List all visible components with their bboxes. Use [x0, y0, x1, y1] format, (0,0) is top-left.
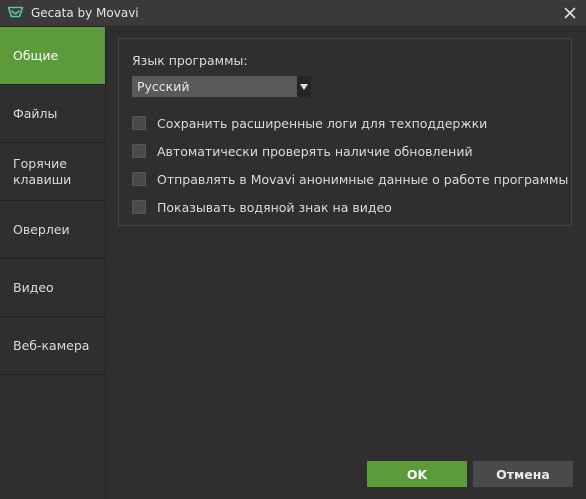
option-extended-logs[interactable]: Сохранить расширенные логи для техподдер… — [132, 114, 487, 132]
ok-button[interactable]: OK — [367, 461, 467, 487]
sidebar-item-files[interactable]: Файлы — [0, 85, 105, 143]
title-bar: Gecata by Movavi — [0, 0, 586, 27]
sidebar-item-label: Горячие клавиши — [13, 155, 72, 187]
gecata-logo-icon — [7, 5, 24, 20]
sidebar-item-overlays[interactable]: Оверлеи — [0, 201, 105, 259]
close-icon — [564, 7, 576, 19]
option-label: Показывать водяной знак на видео — [157, 199, 392, 215]
sidebar-item-general[interactable]: Общие — [0, 27, 105, 85]
sidebar: Общие Файлы Горячие клавиши Оверлеи Виде… — [0, 27, 106, 499]
sidebar-item-label: Общие — [13, 47, 59, 63]
anonymous-data-checkbox[interactable] — [132, 172, 146, 186]
sidebar-item-label: Оверлеи — [13, 221, 70, 237]
sidebar-item-label: Видео — [13, 279, 54, 295]
sidebar-item-video[interactable]: Видео — [0, 259, 105, 317]
cancel-button[interactable]: Отмена — [473, 461, 573, 487]
sidebar-item-label: Файлы — [13, 105, 58, 121]
extended-logs-checkbox[interactable] — [132, 116, 146, 130]
option-label: Автоматически проверять наличие обновлен… — [157, 143, 473, 159]
option-anonymous-data[interactable]: Отправлять в Movavi анонимные данные о р… — [132, 170, 568, 188]
language-select[interactable]: Русский — [132, 76, 311, 97]
auto-update-checkbox[interactable] — [132, 144, 146, 158]
language-select-value: Русский — [137, 79, 190, 94]
option-watermark[interactable]: Показывать водяной знак на видео — [132, 198, 392, 216]
sidebar-item-webcam[interactable]: Веб-камера — [0, 317, 105, 375]
watermark-checkbox[interactable] — [132, 200, 146, 214]
close-button[interactable] — [560, 3, 580, 23]
general-settings-panel: Язык программы: Русский Сохранить расшир… — [118, 38, 572, 226]
sidebar-item-hotkeys[interactable]: Горячие клавиши — [0, 143, 105, 201]
window-title: Gecata by Movavi — [31, 6, 139, 20]
sidebar-item-label: Веб-камера — [13, 337, 90, 353]
option-label: Отправлять в Movavi анонимные данные о р… — [157, 171, 569, 187]
chevron-down-icon — [297, 76, 311, 97]
option-auto-update[interactable]: Автоматически проверять наличие обновлен… — [132, 142, 473, 160]
option-label: Сохранить расширенные логи для техподдер… — [157, 115, 488, 131]
language-label: Язык программы: — [132, 53, 248, 68]
